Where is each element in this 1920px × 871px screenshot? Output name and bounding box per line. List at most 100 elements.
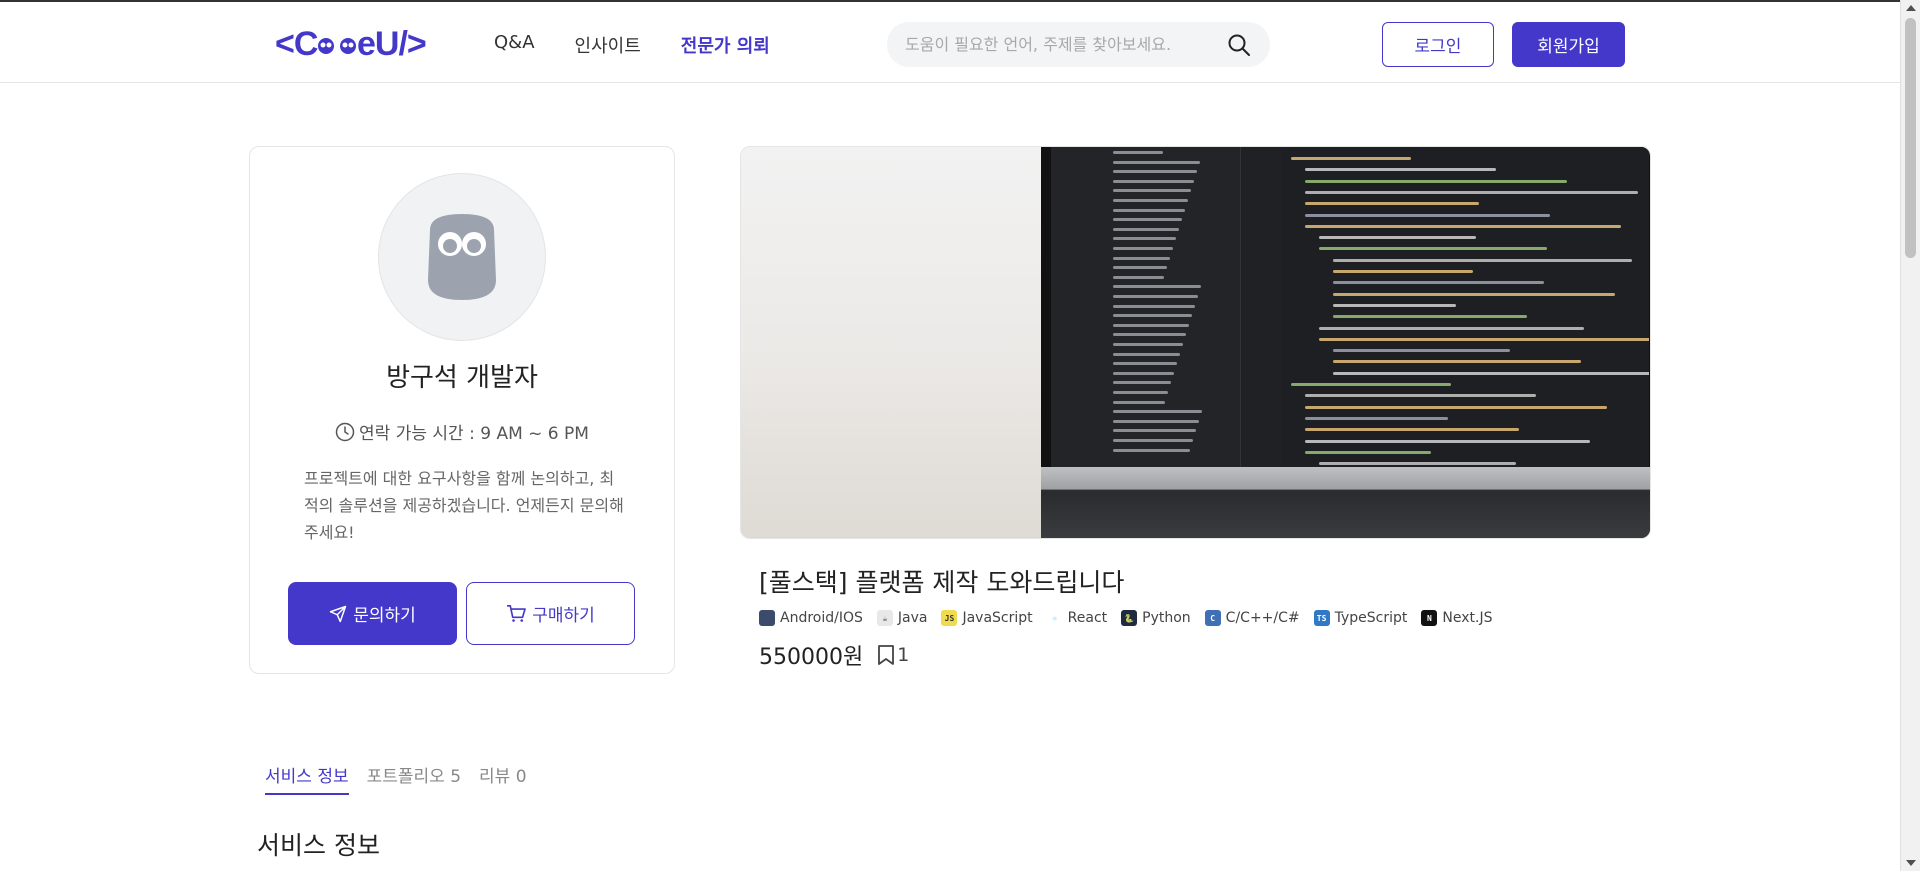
tech-tag-label: JavaScript: [962, 610, 1033, 626]
scroll-up-icon[interactable]: [1906, 5, 1916, 11]
bookmark-button[interactable]: 1: [877, 644, 909, 666]
main-nav: Q&A 인사이트 전문가 의뢰: [494, 32, 810, 58]
file-entry-decoration: [1113, 391, 1168, 394]
code-line-decoration: [1333, 349, 1510, 353]
file-entry-decoration: [1113, 400, 1165, 404]
code-line-decoration: [1305, 416, 1448, 420]
file-entry-decoration: [1113, 256, 1170, 260]
file-entry-decoration: [1113, 237, 1176, 241]
codeu-logo[interactable]: <C eU/>: [275, 25, 445, 63]
file-entry-decoration: [1113, 448, 1190, 452]
price-row: 550000원 1: [759, 639, 909, 671]
cpp-icon: C: [1204, 610, 1221, 626]
svg-text:eU/>: eU/>: [357, 25, 426, 63]
laptop-keyboard: [1041, 467, 1650, 538]
nav-expert-request[interactable]: 전문가 의뢰: [681, 32, 770, 58]
login-button[interactable]: 로그인: [1382, 22, 1494, 67]
tab-service-info[interactable]: 서비스 정보: [265, 762, 349, 795]
code-line-decoration: [1333, 270, 1473, 273]
section-title: 서비스 정보: [257, 831, 380, 860]
file-entry-decoration: [1113, 266, 1167, 270]
file-entry-decoration: [1113, 343, 1183, 346]
tech-tag: N Next.JS: [1421, 610, 1492, 626]
file-entry-decoration: [1113, 371, 1174, 375]
code-line-decoration: [1305, 405, 1607, 409]
code-line-decoration: [1305, 190, 1638, 194]
code-line-decoration: [1305, 450, 1431, 454]
file-entry-decoration: [1113, 352, 1180, 356]
tab-portfolio[interactable]: 포트폴리오 5: [367, 762, 461, 795]
clock-icon: [335, 422, 355, 441]
file-entry-decoration: [1113, 410, 1202, 414]
code-line-decoration: [1319, 337, 1649, 341]
code-line-decoration: [1305, 179, 1567, 183]
code-line-decoration: [1305, 168, 1496, 172]
code-line-decoration: [1319, 247, 1547, 251]
android-ios-icon: [759, 610, 775, 626]
code-line-decoration: [1333, 371, 1649, 375]
code-line-decoration: [1305, 394, 1536, 398]
svg-text:<C: <C: [275, 25, 318, 63]
code-line-decoration: [1305, 439, 1590, 443]
detail-tabs: 서비스 정보 포트폴리오 5 리뷰 0: [265, 762, 527, 795]
file-entry-decoration: [1113, 285, 1201, 289]
code-line-decoration: [1291, 383, 1451, 386]
service-title: [풀스택] 플랫폼 제작 도와드립니다: [759, 568, 1125, 597]
tech-tag: ☕ Java: [876, 610, 928, 626]
buy-button[interactable]: 구매하기: [466, 582, 635, 645]
inquiry-button[interactable]: 문의하기: [288, 582, 457, 645]
nextjs-icon: N: [1421, 610, 1438, 626]
scroll-down-icon[interactable]: [1906, 860, 1916, 866]
code-line-decoration: [1333, 292, 1615, 296]
typescript-icon: TS: [1313, 610, 1330, 626]
python-icon: 🐍: [1121, 610, 1138, 626]
site-header: <C eU/> Q&A 인사이트 전문가 의뢰 로그인 회원가입: [0, 0, 1900, 83]
buy-label: 구매하기: [532, 606, 595, 626]
tech-tag: 🐍 Python: [1121, 610, 1191, 626]
file-entry-decoration: [1113, 218, 1182, 222]
file-entry-decoration: [1113, 160, 1200, 164]
search-input[interactable]: [905, 35, 1226, 54]
file-entry-decoration: [1113, 314, 1192, 318]
bookmark-count: 1: [897, 644, 910, 666]
file-entry-decoration: [1113, 333, 1186, 337]
scrollbar-thumb[interactable]: [1905, 18, 1916, 258]
file-entry-decoration: [1113, 179, 1194, 183]
search-bar: [887, 22, 1270, 67]
file-entry-decoration: [1113, 275, 1164, 279]
nav-insight[interactable]: 인사이트: [575, 32, 641, 58]
owl-avatar-icon: [428, 214, 496, 300]
javascript-icon: JS: [941, 610, 958, 626]
avatar: [378, 173, 546, 341]
file-entry-decoration: [1113, 247, 1173, 250]
file-entry-decoration: [1113, 304, 1195, 308]
tech-tag-label: React: [1067, 610, 1108, 626]
file-entry-decoration: [1113, 429, 1196, 433]
signup-button[interactable]: 회원가입: [1512, 22, 1625, 67]
file-entry-decoration: [1113, 362, 1177, 366]
tab-reviews[interactable]: 리뷰 0: [479, 762, 527, 795]
tech-tag: C C/C++/C#: [1204, 610, 1300, 626]
file-entry-decoration: [1113, 295, 1198, 298]
code-line-decoration: [1305, 224, 1621, 228]
page-scrollbar[interactable]: [1900, 0, 1920, 871]
inquiry-label: 문의하기: [353, 606, 416, 626]
code-line-decoration: [1333, 315, 1527, 319]
nav-qna[interactable]: Q&A: [494, 32, 535, 58]
code-line-decoration: [1319, 236, 1476, 240]
tech-tag-label: TypeScript: [1334, 610, 1408, 626]
file-tree-panel: [1051, 147, 1241, 467]
tech-tag-label: Java: [897, 610, 928, 626]
search-icon[interactable]: [1226, 32, 1252, 58]
file-entry-decoration: [1113, 439, 1193, 442]
desk-background: [741, 147, 1061, 538]
code-line-decoration: [1333, 303, 1456, 307]
file-entry-decoration: [1113, 227, 1179, 231]
code-line-decoration: [1305, 213, 1550, 217]
contact-time-text: 연락 가능 시간 : 9 AM ~ 6 PM: [359, 424, 589, 444]
tech-tag-label: Next.JS: [1442, 610, 1493, 626]
react-icon: ⚛: [1046, 610, 1063, 626]
file-entry-decoration: [1113, 208, 1185, 212]
tech-tag: TS TypeScript: [1313, 610, 1408, 626]
code-line-decoration: [1333, 281, 1544, 285]
